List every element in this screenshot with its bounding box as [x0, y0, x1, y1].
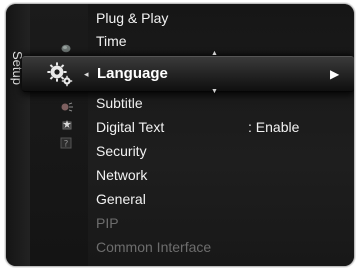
category-strip: Setup — [6, 4, 31, 266]
menu-item-digital-text[interactable]: Digital Text — [96, 117, 164, 137]
menu-item-common-interface: Common Interface — [96, 239, 212, 255]
menu-item-subtitle[interactable]: Subtitle — [96, 93, 143, 113]
svg-text:?: ? — [64, 140, 69, 150]
menu-item-language[interactable]: Language — [97, 64, 168, 84]
menu-item-general[interactable]: General — [96, 189, 146, 209]
left-arrow-icon: ◂ — [84, 69, 89, 79]
category-icon-column: ? — [30, 4, 88, 266]
menu-item-security[interactable]: Security — [96, 141, 147, 161]
sound-icon[interactable] — [60, 101, 74, 113]
digital-text-value: : Enable — [248, 119, 300, 135]
setup-osd-menu: Setup ? Plug & Play Time Subtitle Digita… — [6, 4, 354, 266]
menu-item-pip: PIP — [96, 215, 119, 231]
gear-icon[interactable] — [46, 60, 74, 88]
picture-icon[interactable] — [60, 42, 72, 54]
menu-item-plug-and-play[interactable]: Plug & Play — [96, 8, 168, 28]
menu-item-network[interactable]: Network — [96, 165, 147, 185]
scroll-down-arrow-icon: ▼ — [211, 88, 218, 95]
menu-list: Plug & Play Time Subtitle Digital Text :… — [88, 4, 354, 266]
right-arrow-icon[interactable]: ▶ — [330, 64, 339, 84]
channel-icon[interactable] — [61, 119, 73, 131]
menu-item-time[interactable]: Time — [96, 31, 127, 51]
scroll-up-arrow-icon: ▲ — [211, 50, 218, 57]
help-icon[interactable]: ? — [60, 137, 72, 149]
